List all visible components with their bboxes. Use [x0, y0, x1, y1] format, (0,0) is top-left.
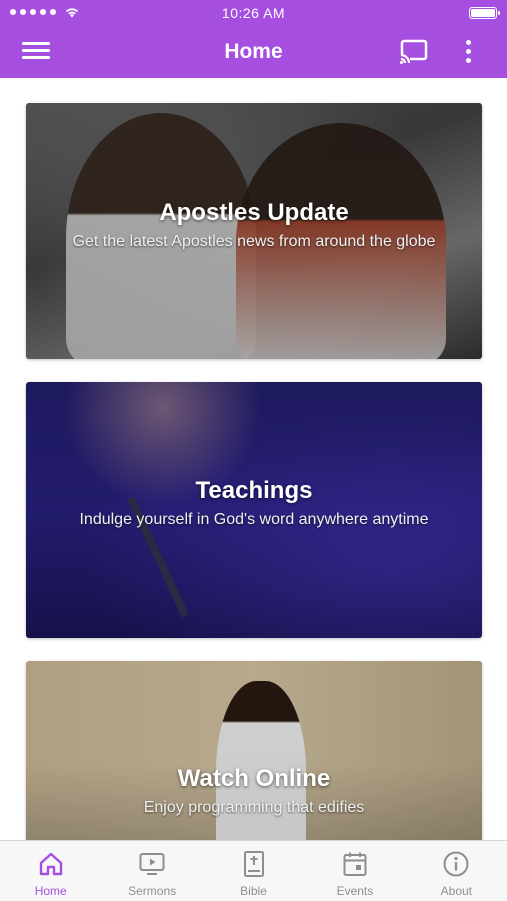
- cast-icon[interactable]: [398, 38, 430, 66]
- bottom-tab-bar: Home Sermons Bible Events About: [0, 840, 507, 901]
- more-options-button[interactable]: [458, 36, 478, 68]
- page-title: Home: [224, 40, 283, 63]
- tv-icon: [139, 853, 165, 875]
- tab-events[interactable]: Events: [304, 841, 405, 901]
- card-watch-online[interactable]: Watch Online Enjoy programming that edif…: [26, 661, 482, 840]
- tab-label: Home: [34, 884, 67, 898]
- tab-label: About: [440, 884, 472, 898]
- card-apostles-update[interactable]: Apostles Update Get the latest Apostles …: [26, 103, 482, 359]
- tab-home[interactable]: Home: [0, 841, 101, 901]
- card-subtitle: Enjoy programming that edifies: [143, 799, 365, 816]
- tab-label: Sermons: [128, 884, 177, 898]
- card-title: Watch Online: [177, 765, 331, 792]
- home-content: Apostles Update Get the latest Apostles …: [0, 78, 507, 840]
- card-title: Teachings: [195, 477, 313, 504]
- calendar-icon: [343, 852, 367, 876]
- card-subtitle: Indulge yourself in God's word anywhere …: [79, 511, 429, 528]
- status-bar: 10:26 AM: [0, 0, 507, 26]
- more-vert-icon: [465, 40, 471, 45]
- card-teachings[interactable]: Teachings Indulge yourself in God's word…: [26, 382, 482, 638]
- menu-button[interactable]: [22, 38, 52, 66]
- tab-about[interactable]: About: [406, 841, 507, 901]
- tab-label: Bible: [240, 884, 267, 898]
- bible-icon: [243, 851, 264, 877]
- app-header: 10:26 AM Home: [0, 0, 507, 78]
- card-subtitle: Get the latest Apostles news from around…: [72, 233, 436, 250]
- tab-bible[interactable]: Bible: [203, 841, 304, 901]
- menu-icon: [22, 42, 50, 45]
- status-time: 10:26 AM: [221, 5, 286, 21]
- info-icon: [443, 851, 469, 877]
- tab-sermons[interactable]: Sermons: [101, 841, 202, 901]
- app-bar: Home: [0, 26, 507, 78]
- card-title: Apostles Update: [159, 199, 349, 226]
- tab-label: Events: [336, 884, 374, 898]
- home-icon: [39, 852, 62, 876]
- battery-icon: [469, 7, 500, 19]
